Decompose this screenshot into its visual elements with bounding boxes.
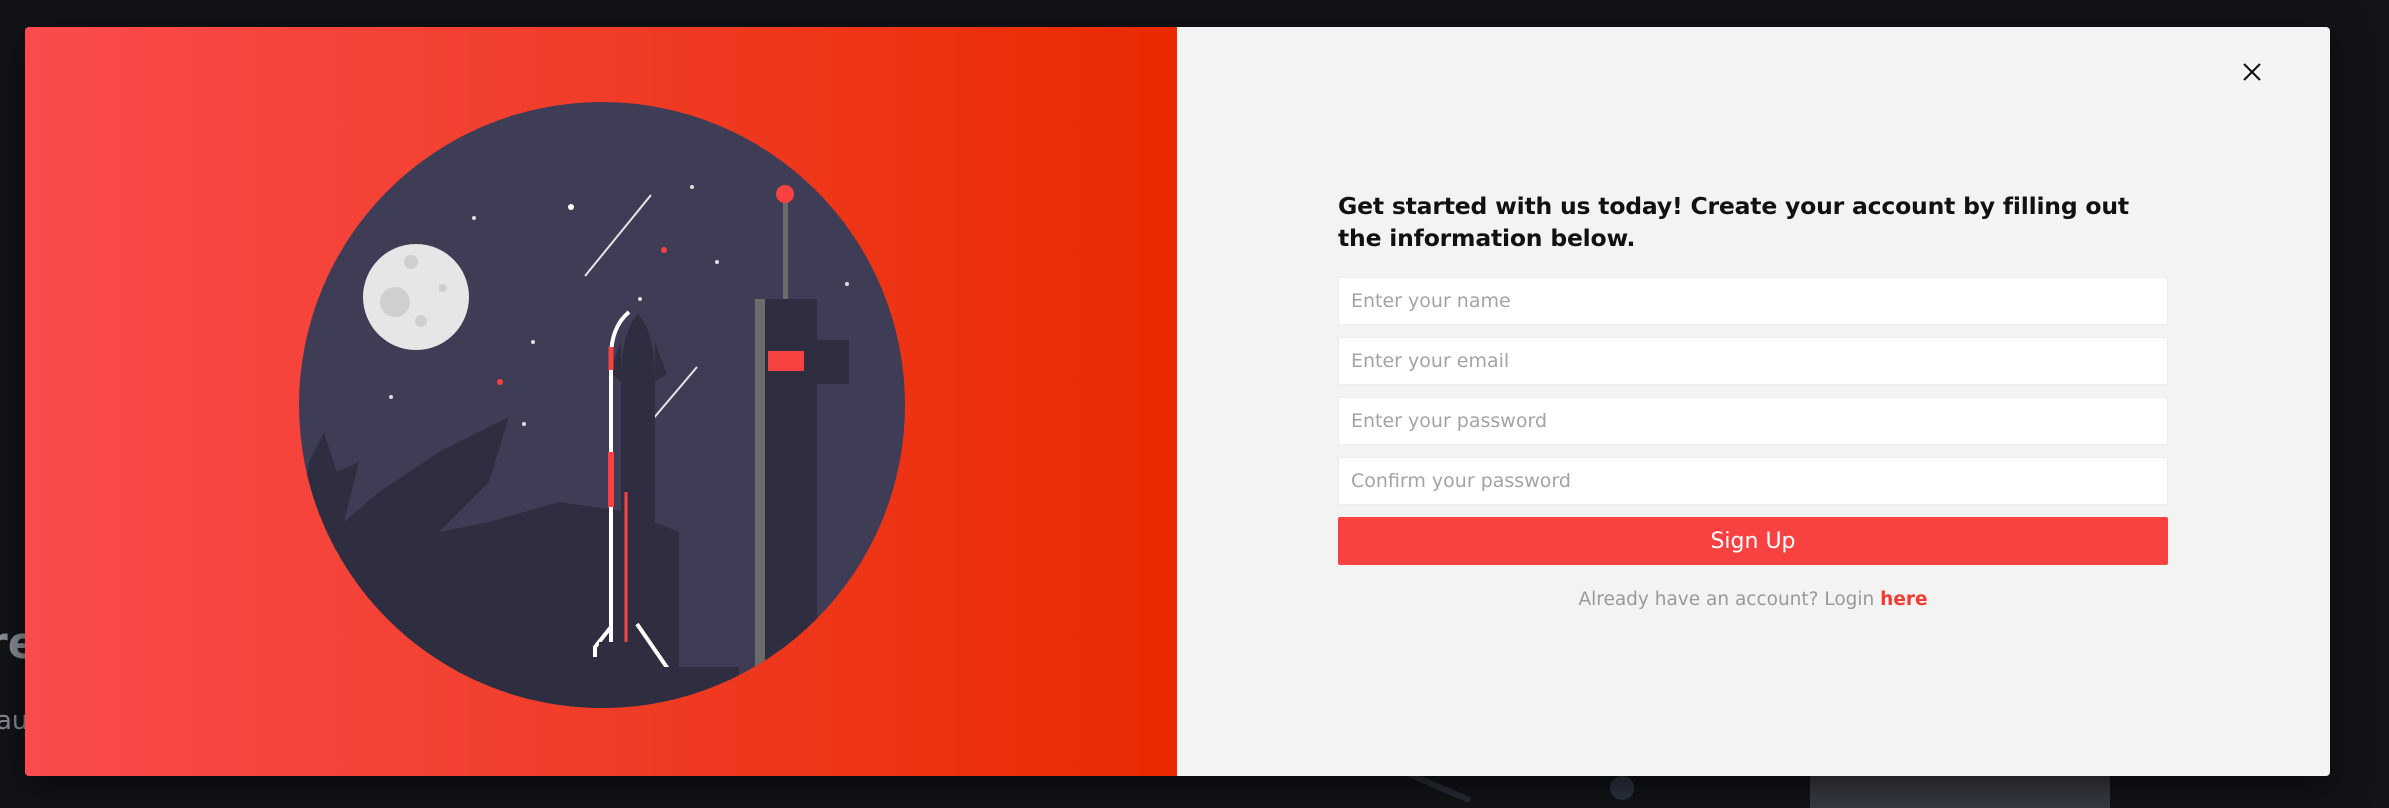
login-prompt-text: Already have an account? Login <box>1578 589 1875 610</box>
close-button[interactable] <box>2232 52 2272 92</box>
form-heading: Get started with us today! Create your a… <box>1338 192 2129 252</box>
confirm-password-input[interactable] <box>1338 457 2168 505</box>
login-prompt-line: Already have an account? Login here <box>1338 589 2168 610</box>
login-link[interactable]: here <box>1880 589 1927 610</box>
illustration-panel <box>25 27 1177 776</box>
name-input[interactable] <box>1338 277 2168 325</box>
signup-modal: Get started with us today! Create your a… <box>25 27 2330 776</box>
signup-form: Get started with us today! Create your a… <box>1338 190 2168 610</box>
form-panel: Get started with us today! Create your a… <box>1177 27 2330 776</box>
email-input[interactable] <box>1338 337 2168 385</box>
close-icon <box>2243 63 2261 81</box>
signup-button[interactable]: Sign Up <box>1338 517 2168 565</box>
rocket-illustration <box>299 102 905 708</box>
password-input[interactable] <box>1338 397 2168 445</box>
